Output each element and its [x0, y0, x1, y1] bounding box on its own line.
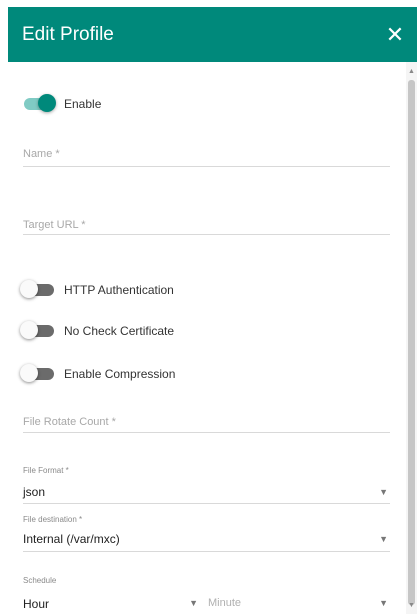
scroll-thumb[interactable]	[408, 80, 415, 605]
scrollbar[interactable]: ▲ ▼	[406, 62, 417, 614]
file-destination-underline	[23, 551, 390, 552]
chevron-down-icon: ▼	[189, 598, 198, 608]
dialog-title: Edit Profile	[22, 23, 114, 45]
dialog-content: Enable Name * Target URL * HTTP Authenti…	[8, 62, 406, 614]
file-format-underline	[23, 503, 390, 504]
no-check-cert-label: No Check Certificate	[64, 324, 175, 338]
file-rotate-count-field[interactable]: File Rotate Count *	[23, 416, 390, 436]
target-url-field[interactable]: Target URL *	[23, 219, 390, 239]
chevron-down-icon: ▼	[379, 487, 388, 497]
http-auth-label: HTTP Authentication	[64, 283, 174, 297]
minute-placeholder: Minute	[208, 597, 242, 609]
schedule-label: Schedule	[23, 576, 57, 585]
file-rotate-count-placeholder: File Rotate Count *	[23, 416, 116, 428]
toggle-knob	[20, 280, 38, 298]
file-destination-label: File destination *	[23, 515, 83, 524]
file-destination-value: Internal (/var/mxc)	[23, 532, 120, 546]
http-auth-toggle[interactable]	[20, 280, 54, 298]
chevron-down-icon: ▼	[379, 598, 388, 608]
compression-toggle[interactable]	[20, 364, 54, 382]
scroll-up-icon[interactable]: ▲	[408, 68, 415, 76]
name-underline	[23, 166, 390, 167]
file-format-select[interactable]: File Format * json ▼	[23, 466, 390, 506]
enable-toggle[interactable]	[22, 94, 56, 112]
toggle-knob	[38, 94, 56, 112]
http-auth-toggle-row: HTTP Authentication	[20, 280, 174, 298]
schedule-value: Hour	[23, 597, 50, 611]
compression-toggle-row: Enable Compression	[20, 364, 176, 382]
toggle-knob	[20, 364, 38, 382]
no-check-cert-toggle-row: No Check Certificate	[20, 321, 175, 339]
chevron-down-icon: ▼	[379, 534, 388, 544]
dialog-header: Edit Profile ✕	[8, 7, 417, 62]
scroll-down-icon[interactable]: ▼	[408, 602, 415, 610]
file-format-label: File Format *	[23, 466, 69, 475]
minute-select[interactable]: Minute ▼	[208, 576, 390, 614]
close-icon[interactable]: ✕	[383, 23, 407, 46]
target-url-underline	[23, 234, 390, 235]
no-check-cert-toggle[interactable]	[20, 321, 54, 339]
compression-label: Enable Compression	[64, 367, 176, 381]
file-format-value: json	[23, 485, 46, 499]
target-url-placeholder: Target URL *	[23, 219, 86, 231]
file-destination-select[interactable]: File destination * Internal (/var/mxc) ▼	[23, 515, 390, 555]
enable-label: Enable	[64, 97, 102, 111]
schedule-select[interactable]: Schedule Hour ▼	[23, 576, 198, 614]
enable-toggle-row: Enable	[22, 94, 102, 112]
toggle-knob	[20, 321, 38, 339]
name-placeholder: Name *	[23, 148, 60, 160]
file-rotate-count-underline	[23, 432, 390, 433]
name-field[interactable]: Name *	[23, 148, 390, 168]
